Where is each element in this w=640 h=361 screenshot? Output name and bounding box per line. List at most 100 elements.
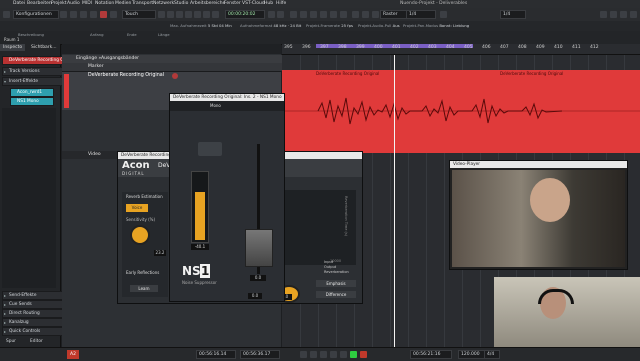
cycle-button[interactable] <box>330 351 337 358</box>
menu-item-vst-cloud[interactable]: VST-Cloud <box>242 1 265 6</box>
section-cue-sends[interactable]: ▸ Cue Sends <box>2 300 64 309</box>
forward-button[interactable] <box>320 351 327 358</box>
tempo-display[interactable]: 120.000 <box>458 350 486 359</box>
primary-time-display[interactable]: 00:56:21:16 <box>410 350 452 359</box>
learn-button[interactable]: Learn <box>130 285 158 292</box>
inspector-track-name[interactable]: DeVerberate Recording Original <box>2 56 77 65</box>
play-button-mini[interactable] <box>290 11 297 18</box>
nudge-right-button[interactable] <box>277 11 284 18</box>
menu-item-hilfe[interactable]: Hilfe <box>276 1 286 6</box>
layout-right-button[interactable] <box>620 11 627 18</box>
range-tool-button[interactable] <box>167 11 174 18</box>
glue-tool-button[interactable] <box>185 11 192 18</box>
stop-button-mini[interactable] <box>320 11 327 18</box>
insert-slot-2[interactable]: NS1 Mono <box>10 97 54 106</box>
menu-item-arbeitsbereiche[interactable]: Arbeitsbereiche <box>190 1 225 6</box>
footer-tab-editor[interactable]: Editor <box>30 339 43 344</box>
section-track-versions[interactable]: ▸ Track Versions <box>2 67 64 76</box>
mute-tool-button[interactable] <box>212 11 219 18</box>
folder-track[interactable]: Eingänge »Ausgangsbänder <box>62 55 295 63</box>
project-cursor[interactable] <box>394 55 395 347</box>
erase-tool-button[interactable] <box>194 11 201 18</box>
tab-visibility[interactable]: Sichtbark... <box>28 44 60 51</box>
voice-button[interactable]: Voice <box>126 204 148 212</box>
record-button[interactable] <box>360 351 367 358</box>
sensitivity-value[interactable]: 23.2 <box>154 250 166 256</box>
section-inserts[interactable]: ▾ Insert-Effekte <box>2 77 64 86</box>
layout-full-button[interactable] <box>630 11 637 18</box>
cycle-button-mini[interactable] <box>300 11 307 18</box>
menu-item-transport[interactable]: Transport <box>132 1 153 6</box>
automation-read-button[interactable] <box>110 11 117 18</box>
record-enable-icon[interactable] <box>172 73 178 79</box>
zoom-tool-button[interactable] <box>203 11 210 18</box>
stop-button[interactable] <box>340 351 347 358</box>
status-badge[interactable]: A2 <box>67 350 79 359</box>
play-button[interactable] <box>350 351 357 358</box>
menu-item-projekt[interactable]: Projekt <box>51 1 67 6</box>
grid-type-select[interactable]: 1/4 <box>406 10 436 19</box>
go-to-start-button[interactable] <box>300 351 307 358</box>
nudge-left-button[interactable] <box>268 11 275 18</box>
marker-track[interactable]: Marker <box>62 63 307 71</box>
menu-item-hub[interactable]: Hub <box>264 1 273 6</box>
ns1-preset[interactable]: Mono <box>210 103 221 108</box>
footer-tab-track[interactable]: Spur <box>6 339 16 344</box>
constrain-delay-button[interactable] <box>60 11 67 18</box>
menu-item-midi[interactable]: MIDI <box>82 1 92 6</box>
track-list-toolbar <box>62 44 281 54</box>
layout-bottom-button[interactable] <box>610 11 617 18</box>
menu-item-audio[interactable]: Audio <box>67 1 80 6</box>
tab-inspector[interactable]: Inspecto <box>0 44 26 51</box>
snap-button[interactable] <box>362 11 369 18</box>
video-player-title[interactable]: Video-Player <box>450 161 627 168</box>
ruler-tick: 397 <box>320 45 329 50</box>
insert-slot-1[interactable]: Acon_rwrd1 <box>10 88 54 97</box>
section-channel-strip[interactable]: ▸ Kanalzug <box>2 318 64 327</box>
timeline-ruler[interactable]: 395 396 397 398 399 400 401 402 403 404 … <box>282 44 640 55</box>
menu-item-medien[interactable]: Medien <box>115 1 131 6</box>
ns1-window-title[interactable]: DeVerberate Recording Original: Ins. 2 -… <box>170 94 284 101</box>
ns1-footer-value[interactable]: 0.0 <box>248 293 262 299</box>
autoscroll-button[interactable] <box>352 11 359 18</box>
punch-button[interactable] <box>330 11 337 18</box>
automation-mode-select[interactable]: Touch <box>122 10 156 19</box>
difference-button[interactable]: Difference <box>316 291 356 298</box>
window-zones-button[interactable] <box>80 11 87 18</box>
menu-item-netzwerk[interactable]: Netzwerk <box>153 1 174 6</box>
activate-project-button[interactable] <box>3 11 10 18</box>
audio-track-name[interactable]: DeVerberate Recording Original <box>88 73 164 78</box>
loop-button[interactable] <box>340 11 347 18</box>
pointer-tool-button[interactable] <box>158 11 165 18</box>
record-enable-button[interactable] <box>100 11 107 18</box>
menu-item-bearbeiten[interactable]: Bearbeiten <box>27 1 52 6</box>
snap-to-zero-button[interactable] <box>372 11 379 18</box>
menu-item-fenster[interactable]: Fenster <box>224 1 241 6</box>
menu-item-notation[interactable]: Notation <box>95 1 114 6</box>
left-locator[interactable]: 00:56:16.14 <box>196 350 236 359</box>
signature-display[interactable]: 4/4 <box>484 350 500 359</box>
menu-item-datei[interactable]: Datei <box>13 1 25 6</box>
right-locator[interactable]: 00:56:36.17 <box>240 350 280 359</box>
audio-event[interactable]: DeVerberate Recording Original DeVerbera… <box>282 70 640 153</box>
section-direct-routing[interactable]: ▸ Direct Routing <box>2 309 64 318</box>
color-tool-button[interactable] <box>440 11 447 18</box>
info-audio-pull: Projekt-Audio-Pull Aus <box>358 23 400 28</box>
section-quick-controls[interactable]: ▸ Quick Controls <box>2 327 64 336</box>
split-tool-button[interactable] <box>176 11 183 18</box>
ns1-fader-value[interactable]: 0.0 <box>250 275 266 281</box>
window-layout-button[interactable] <box>70 11 77 18</box>
ns1-fader-handle[interactable] <box>245 229 273 267</box>
ruler-tick: 403 <box>428 45 437 50</box>
sensitivity-knob[interactable] <box>130 225 150 245</box>
record-button-mini[interactable] <box>310 11 317 18</box>
menu-item-studio[interactable]: Studio <box>174 1 188 6</box>
snap-mode-select[interactable]: Raster <box>380 10 408 19</box>
emphasis-button[interactable]: Emphasis <box>316 280 356 287</box>
section-sends[interactable]: ▸ Send-Effekte <box>2 291 64 300</box>
layout-left-button[interactable] <box>600 11 607 18</box>
rewind-button[interactable] <box>310 351 317 358</box>
metronome-button[interactable] <box>90 11 97 18</box>
workspace-select[interactable]: Konfigurationen <box>13 10 59 19</box>
quantize-select[interactable]: 1/4 <box>500 10 526 19</box>
